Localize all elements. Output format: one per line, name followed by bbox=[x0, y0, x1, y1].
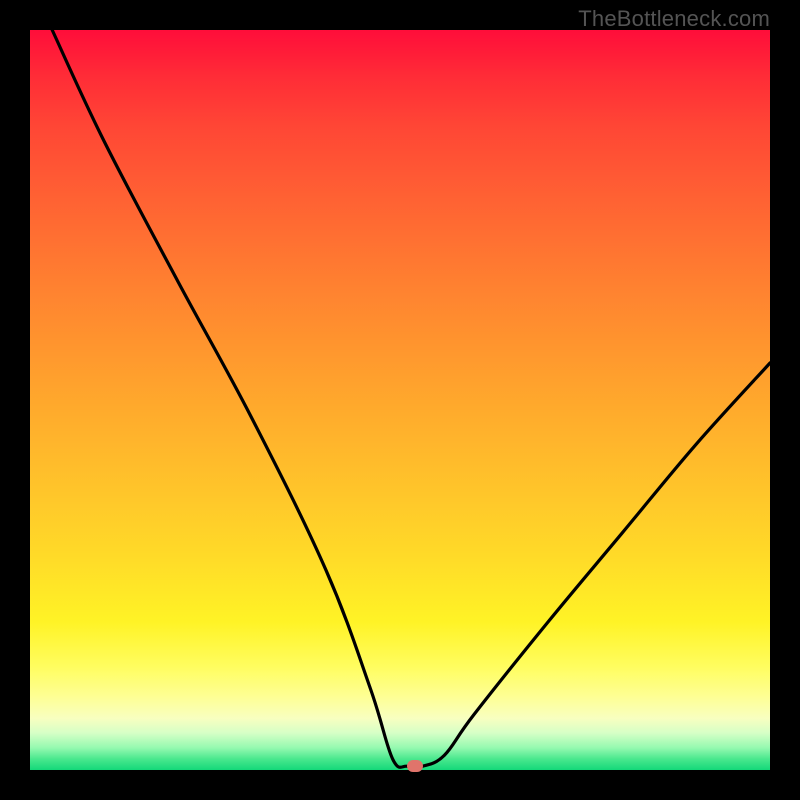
optimal-point-marker bbox=[407, 760, 423, 772]
chart-frame: TheBottleneck.com bbox=[0, 0, 800, 800]
bottleneck-line bbox=[30, 30, 770, 770]
watermark-label: TheBottleneck.com bbox=[578, 6, 770, 32]
plot-area bbox=[30, 30, 770, 770]
